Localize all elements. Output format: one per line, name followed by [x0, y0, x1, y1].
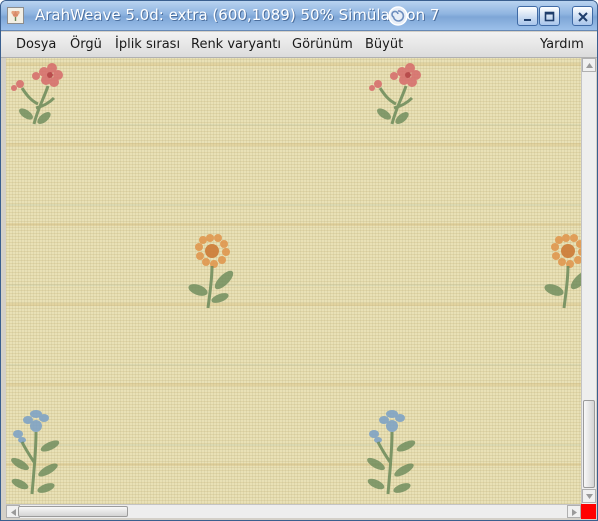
menu-bar: Dosya Örgü İplik sırası Renk varyantı Gö… [1, 32, 597, 58]
menu-orgu[interactable]: Örgü [70, 37, 102, 52]
close-button[interactable] [572, 6, 593, 26]
orange-flower-motif [188, 234, 234, 309]
swirl-icon [387, 5, 409, 27]
app-window: ArahWeave 5.0d: extra (600,1089) 50% Sim… [0, 0, 598, 521]
minimize-icon [524, 19, 531, 21]
menu-gorunum[interactable]: Görünüm [292, 37, 353, 52]
orange-flower-motif [544, 234, 581, 309]
arrow-down-icon [586, 494, 593, 499]
menu-iplik-sirasi[interactable]: İplik sırası [115, 37, 180, 52]
corner-color-indicator[interactable] [581, 504, 596, 519]
scroll-up-button[interactable] [582, 58, 596, 72]
horizontal-scrollbar[interactable] [6, 504, 581, 518]
arrow-up-icon [586, 63, 593, 68]
title-bar[interactable]: ArahWeave 5.0d: extra (600,1089) 50% Sim… [1, 1, 597, 31]
red-flower-motif [369, 63, 421, 125]
scroll-right-button[interactable] [567, 505, 581, 518]
vertical-scrollbar[interactable] [581, 58, 596, 504]
horizontal-scroll-thumb[interactable] [18, 506, 128, 517]
fabric-simulation-canvas[interactable] [6, 58, 581, 504]
menu-renk-varyanti[interactable]: Renk varyantı [191, 37, 281, 52]
blue-flower-motif [367, 410, 416, 495]
menu-yardim[interactable]: Yardım [540, 37, 584, 52]
close-icon [578, 12, 588, 22]
vertical-scroll-thumb[interactable] [583, 400, 595, 488]
red-flower-motif [11, 63, 63, 125]
maximize-button[interactable] [539, 6, 560, 26]
maximize-icon [544, 11, 555, 22]
arahweave-app-icon[interactable] [7, 7, 24, 24]
menu-dosya[interactable]: Dosya [16, 37, 56, 52]
minimize-button[interactable] [517, 6, 538, 26]
scroll-down-button[interactable] [582, 489, 596, 503]
arrow-left-icon [11, 509, 16, 516]
blue-flower-motif [11, 410, 60, 495]
window-title: ArahWeave 5.0d: extra (600,1089) 50% Sim… [35, 6, 440, 24]
menu-buyut[interactable]: Büyüt [365, 37, 403, 52]
arrow-right-icon [572, 509, 577, 516]
